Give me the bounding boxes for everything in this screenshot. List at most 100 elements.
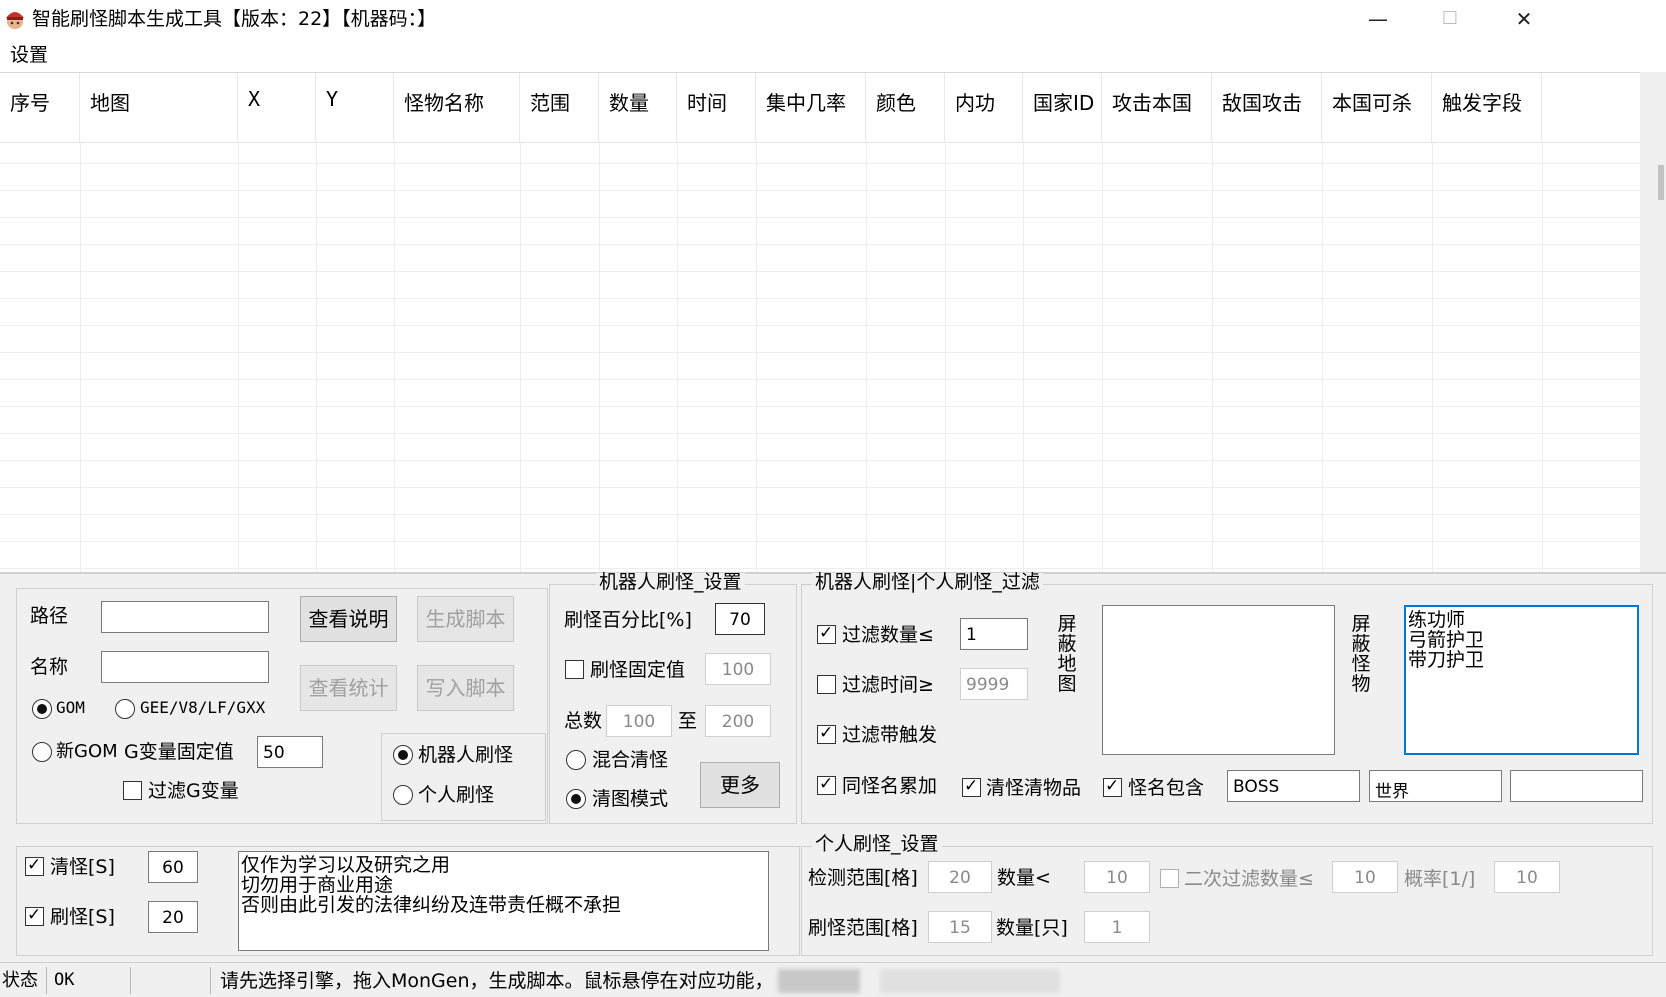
mode-robot-radio[interactable]: [393, 745, 413, 765]
column-header[interactable]: 范围: [520, 73, 599, 143]
vertical-scrollbar[interactable]: [1640, 72, 1666, 572]
count-lt-input[interactable]: 10: [1084, 861, 1150, 893]
filter-time-input[interactable]: 9999: [960, 668, 1028, 700]
column-header[interactable]: 内功: [945, 73, 1023, 143]
grid-line: [0, 244, 1640, 245]
column-header[interactable]: 攻击本国: [1102, 73, 1212, 143]
spawn-count-input[interactable]: 1: [1084, 911, 1150, 943]
spawn-percent-label: 刷怪百分比[%]: [564, 609, 692, 631]
grid-line: [0, 433, 1640, 434]
filter-count-input[interactable]: 1: [960, 618, 1028, 650]
column-header[interactable]: 时间: [677, 73, 756, 143]
name-contains-input-2[interactable]: 世界: [1369, 770, 1502, 802]
grid-line: [1542, 143, 1543, 572]
engine-newgom-radio[interactable]: [32, 742, 52, 762]
status-message: 请先选择引擎，拖入MonGen，生成脚本。鼠标悬停在对应功能，: [220, 970, 774, 992]
clear-timer-input[interactable]: 60: [148, 851, 198, 883]
generate-script-button[interactable]: 生成脚本: [417, 596, 514, 642]
detect-range-input[interactable]: 20: [928, 861, 992, 893]
block-map-list[interactable]: [1102, 605, 1335, 755]
menu-settings[interactable]: 设置: [10, 46, 48, 65]
filter-time-checkbox[interactable]: [817, 675, 836, 694]
name-label: 名称: [30, 656, 69, 678]
column-header[interactable]: 触发字段: [1432, 73, 1542, 143]
engine-gom-label: GOM: [56, 698, 85, 717]
robot-settings-legend: 机器人刷怪_设置: [596, 573, 745, 592]
spawn-fixed-input[interactable]: 100: [705, 653, 771, 685]
second-filter-checkbox[interactable]: [1160, 869, 1179, 888]
scrollbar-thumb[interactable]: [1658, 165, 1664, 200]
filter-count-checkbox[interactable]: [817, 624, 836, 644]
filter-count-label: 过滤数量≤: [842, 624, 934, 646]
column-header[interactable]: 数量: [599, 73, 677, 143]
same-name-checkbox[interactable]: [817, 775, 836, 795]
menu-bar: 设置: [0, 38, 1666, 72]
column-header[interactable]: 地图: [80, 73, 238, 143]
filter-trigger-label: 过滤带触发: [842, 724, 938, 746]
prob-label: 概率[1/]: [1404, 868, 1476, 890]
column-header[interactable]: X: [238, 73, 316, 143]
table-header: 序号 地图 X Y 怪物名称 范围 数量 时间 集中几率 颜色 内功 国家ID …: [0, 73, 1640, 143]
close-button[interactable]: ✕: [1486, 0, 1562, 38]
column-header[interactable]: 序号: [0, 73, 80, 143]
view-help-button[interactable]: 查看说明: [300, 596, 397, 642]
spawn-timer-input[interactable]: 20: [148, 901, 198, 933]
column-header[interactable]: 敌国攻击: [1212, 73, 1322, 143]
status-value: OK: [54, 970, 75, 990]
redacted-region: [778, 969, 860, 993]
column-header[interactable]: 集中几率: [756, 73, 866, 143]
name-contains-label: 怪名包含: [1128, 777, 1205, 799]
column-header[interactable]: 国家ID: [1023, 73, 1102, 143]
clear-timer-label: 清怪[S]: [50, 856, 115, 878]
spawn-range-input[interactable]: 15: [928, 911, 992, 943]
list-item: 弓箭护卫: [1408, 629, 1485, 651]
filter-trigger-checkbox[interactable]: [817, 724, 836, 744]
same-name-label: 同怪名累加: [842, 775, 938, 797]
grid-line: [677, 143, 678, 572]
maximize-button[interactable]: ☐: [1412, 0, 1488, 38]
status-label: 状态: [2, 970, 38, 991]
filter-g-checkbox[interactable]: [123, 781, 142, 800]
block-monster-list[interactable]: 练功师 弓箭护卫 带刀护卫: [1404, 605, 1639, 755]
clear-timer-checkbox[interactable]: [25, 856, 44, 876]
mixed-clear-radio[interactable]: [566, 750, 586, 770]
monster-table[interactable]: 序号 地图 X Y 怪物名称 范围 数量 时间 集中几率 颜色 内功 国家ID …: [0, 72, 1640, 572]
spawn-fixed-checkbox[interactable]: [565, 660, 584, 679]
name-contains-checkbox[interactable]: [1103, 777, 1122, 797]
spawn-percent-input[interactable]: 70: [715, 603, 765, 635]
clear-items-checkbox[interactable]: [962, 777, 981, 797]
grid-line: [1102, 143, 1103, 572]
column-header[interactable]: 怪物名称: [394, 73, 520, 143]
total-from-input[interactable]: 100: [606, 705, 672, 737]
engine-gom-radio[interactable]: [32, 699, 52, 719]
name-input[interactable]: [101, 651, 269, 683]
engine-gee-radio[interactable]: [115, 699, 135, 719]
grid-line: [599, 143, 600, 572]
minimize-button[interactable]: —: [1340, 0, 1416, 38]
mode-personal-radio[interactable]: [393, 785, 413, 805]
column-header[interactable]: 本国可杀: [1322, 73, 1432, 143]
prob-input[interactable]: 10: [1494, 861, 1560, 893]
grid-line: [1322, 143, 1323, 572]
view-stats-button[interactable]: 查看统计: [300, 665, 397, 711]
spawn-timer-checkbox[interactable]: [25, 906, 44, 926]
column-header[interactable]: Y: [316, 73, 394, 143]
total-to-input[interactable]: 200: [705, 705, 771, 737]
grid-line: [0, 568, 1640, 569]
block-map-label: 屏蔽地图: [1057, 613, 1077, 695]
grid-line: [0, 163, 1640, 164]
grid-line: [520, 143, 521, 572]
g-fixed-input[interactable]: 50: [257, 736, 323, 768]
status-separator: [46, 967, 47, 994]
path-input[interactable]: [101, 601, 269, 633]
name-contains-input-1[interactable]: BOSS: [1227, 770, 1360, 802]
grid-line: [0, 325, 1640, 326]
clear-map-radio[interactable]: [566, 789, 586, 809]
more-button[interactable]: 更多: [700, 762, 780, 808]
write-script-button[interactable]: 写入脚本: [417, 665, 514, 711]
second-filter-input[interactable]: 10: [1332, 861, 1398, 893]
name-contains-input-3[interactable]: [1510, 770, 1643, 802]
column-header[interactable]: 颜色: [866, 73, 945, 143]
grid-line: [394, 143, 395, 572]
notice-text: 仅作为学习以及研究之用 切勿用于商业用途 否则由此引发的法律纠纷及连带责任概不承…: [238, 851, 769, 951]
